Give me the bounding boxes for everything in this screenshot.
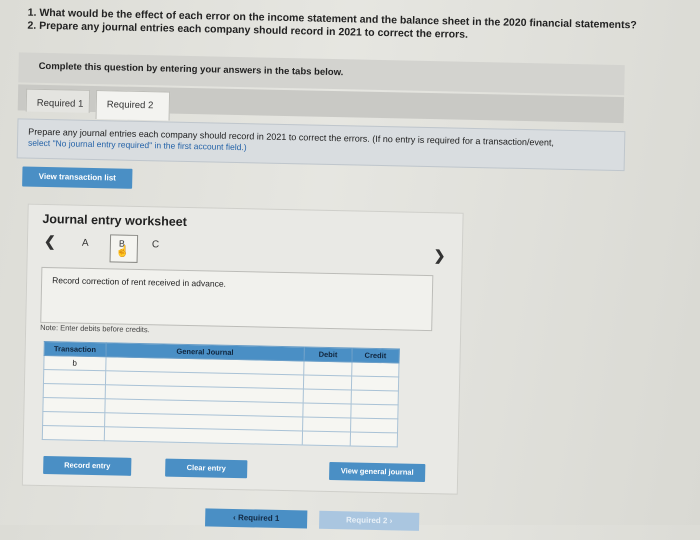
chevron-right-icon[interactable]: ❯ bbox=[434, 247, 446, 264]
credit-field[interactable] bbox=[350, 375, 399, 391]
credit-field[interactable] bbox=[349, 431, 398, 447]
worksheet-title: Journal entry worksheet bbox=[42, 211, 188, 229]
entry-description: Record correction of rent received in ad… bbox=[52, 275, 227, 289]
transaction-cell bbox=[43, 369, 106, 385]
entry-tab-c[interactable]: C bbox=[152, 239, 159, 250]
chevron-right-icon: › bbox=[389, 516, 393, 526]
prev-required-label: Required 1 bbox=[237, 513, 280, 523]
prev-required-button[interactable]: ‹ Required 1 bbox=[205, 508, 308, 529]
credit-field[interactable] bbox=[350, 389, 399, 405]
entry-tab-b[interactable]: B ☝ bbox=[109, 234, 139, 263]
clear-entry-button[interactable]: Clear entry bbox=[165, 458, 248, 479]
debit-field[interactable] bbox=[302, 430, 351, 446]
view-general-journal-button[interactable]: View general journal bbox=[329, 461, 426, 483]
transaction-cell bbox=[43, 383, 105, 399]
credit-field[interactable] bbox=[351, 361, 399, 377]
tab-required-2[interactable]: Required 2 bbox=[95, 90, 171, 121]
debit-field[interactable] bbox=[303, 360, 352, 376]
entry-description-box: Record correction of rent received in ad… bbox=[40, 266, 434, 332]
journal-table: Transaction General Journal Debit Credit… bbox=[42, 341, 400, 447]
debit-field[interactable] bbox=[303, 402, 351, 418]
transaction-cell bbox=[42, 425, 105, 441]
header-credit: Credit bbox=[351, 347, 400, 363]
debit-field[interactable] bbox=[303, 388, 351, 404]
next-required-label: Required 2 bbox=[345, 515, 388, 526]
tab-required-2-label: Required 2 bbox=[106, 99, 154, 112]
instructions-panel: Prepare any journal entries each company… bbox=[16, 118, 626, 172]
transaction-cell bbox=[42, 397, 105, 413]
next-required-button[interactable]: Required 2 › bbox=[318, 510, 420, 531]
complete-banner-text: Complete this question by entering your … bbox=[38, 60, 344, 79]
question-text: 1. What would be the effect of each erro… bbox=[27, 7, 637, 46]
journal-entry-worksheet: Journal entry worksheet ❮ A B ☝ C ❯ Reco… bbox=[21, 203, 464, 495]
tab-required-1-label: Required 1 bbox=[36, 97, 84, 110]
debits-note: Note: Enter debits before credits. bbox=[40, 322, 150, 335]
page: 1. What would be the effect of each erro… bbox=[0, 0, 700, 540]
credit-field[interactable] bbox=[350, 417, 398, 433]
hand-cursor-icon: ☝ bbox=[115, 245, 130, 258]
credit-field[interactable] bbox=[350, 403, 399, 419]
header-debit: Debit bbox=[304, 346, 352, 362]
transaction-cell: b bbox=[43, 355, 106, 371]
debit-field[interactable] bbox=[302, 416, 351, 432]
transaction-cell bbox=[42, 411, 105, 427]
record-entry-button[interactable]: Record entry bbox=[43, 456, 132, 476]
tab-required-1[interactable]: Required 1 bbox=[25, 88, 91, 113]
chevron-left-icon: ‹ bbox=[232, 512, 236, 523]
account-field[interactable] bbox=[103, 426, 303, 445]
header-transaction: Transaction bbox=[44, 341, 106, 357]
view-transaction-list-button[interactable]: View transaction list bbox=[22, 166, 133, 189]
entry-tab-a[interactable]: A bbox=[82, 238, 89, 249]
chevron-left-icon[interactable]: ❮ bbox=[44, 233, 56, 250]
debit-field[interactable] bbox=[303, 374, 352, 390]
